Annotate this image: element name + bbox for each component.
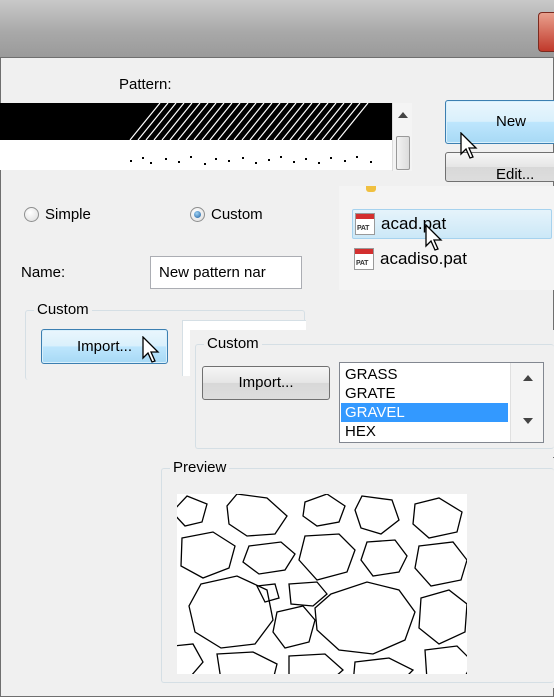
preview-legend: Preview — [170, 459, 230, 476]
pat-file-icon: PAT — [355, 213, 375, 235]
list-item-gravel[interactable]: GRAVEL — [341, 403, 508, 422]
scroll-thumb[interactable] — [396, 136, 410, 170]
custom-pattern-panel: Custom Import... GRASS GRATE GRAVEL HEX — [190, 330, 554, 457]
radio-simple-indicator[interactable] — [24, 207, 39, 222]
mouse-pointer-icon — [460, 132, 478, 159]
preview-panel: Preview — [155, 458, 554, 688]
gravel-pattern-graphic — [177, 494, 467, 674]
pattern-swatch-hatch[interactable] — [0, 103, 392, 140]
file-item-acad[interactable]: PAT acad.pat — [352, 209, 552, 239]
pattern-swatch-dots[interactable] — [0, 140, 392, 170]
list-item-grate[interactable]: GRATE — [341, 384, 508, 403]
pat-file-icon: PAT — [354, 248, 374, 270]
pattern-label: Pattern: — [119, 76, 172, 93]
gravel-preview-canvas — [177, 494, 467, 674]
mouse-pointer-icon — [425, 224, 443, 251]
title-bar — [0, 0, 554, 58]
radio-custom[interactable]: Custom — [190, 206, 263, 223]
dots-pattern-graphic — [130, 156, 372, 165]
pat-file-list: PAT acad.pat PAT acadiso.pat — [339, 186, 554, 290]
radio-custom-label: Custom — [211, 206, 263, 223]
close-icon[interactable] — [538, 12, 554, 52]
radio-simple[interactable]: Simple — [24, 206, 91, 223]
hatch-pattern-graphic — [129, 103, 369, 140]
scroll-up-arrow-icon[interactable] — [523, 375, 533, 381]
file-item-acadiso[interactable]: PAT acadiso.pat — [352, 244, 467, 274]
import-button-2[interactable]: Import... — [202, 366, 330, 400]
pattern-scrollbar[interactable] — [392, 103, 412, 171]
list-item-grass[interactable]: GRASS — [341, 365, 508, 384]
scroll-up-arrow-icon[interactable] — [398, 112, 408, 118]
radio-custom-indicator[interactable] — [190, 207, 205, 222]
custom-group-legend: Custom — [34, 301, 92, 318]
listbox-scrollbar[interactable] — [510, 363, 543, 442]
folder-icon — [366, 186, 376, 192]
pattern-list: GRASS GRATE GRAVEL HEX — [341, 365, 508, 441]
mouse-pointer-icon — [142, 336, 160, 363]
custom-pattern-listbox[interactable]: GRASS GRATE GRAVEL HEX — [339, 362, 544, 443]
pattern-name-input[interactable]: New pattern nar — [150, 256, 302, 289]
file-name: acadiso.pat — [380, 249, 467, 268]
name-label: Name: — [21, 264, 66, 281]
radio-simple-label: Simple — [45, 206, 91, 223]
scroll-down-arrow-icon[interactable] — [523, 418, 533, 424]
custom-group-2-legend: Custom — [204, 335, 262, 352]
list-item-hex[interactable]: HEX — [341, 422, 508, 441]
